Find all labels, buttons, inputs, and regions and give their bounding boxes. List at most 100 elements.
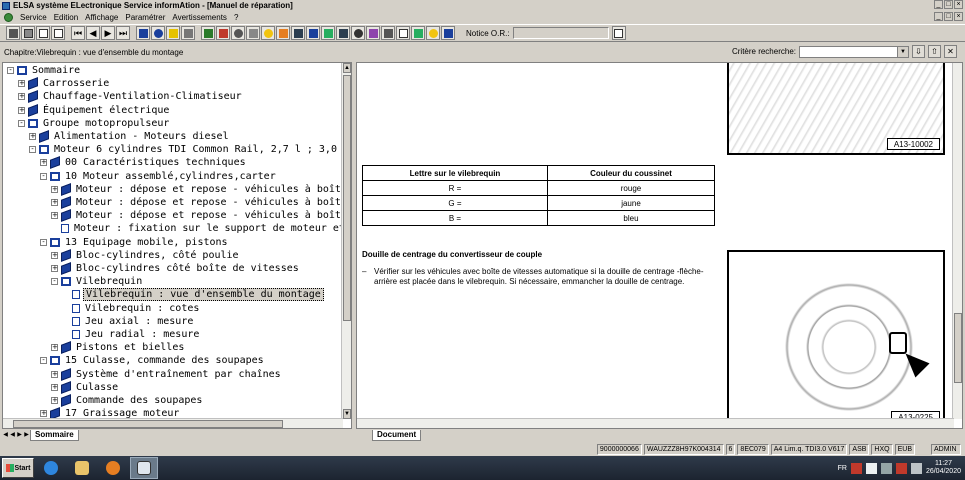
first-icon[interactable]: ⏮ [71,26,85,40]
menu-avertissements[interactable]: Avertissements [172,13,227,22]
collapse-icon[interactable]: - [18,119,25,127]
tree-item[interactable]: + Culasse [51,380,120,394]
tree-item[interactable]: Moteur : fixation sur le support de mote… [51,222,347,235]
expand-icon[interactable]: + [51,383,58,391]
tree-item[interactable]: + Chauffage-Ventilation-Climatiseur [18,90,244,104]
scrollbar-thumb[interactable] [343,75,351,321]
search-back-button[interactable]: ⇧ [928,45,941,58]
chevron-down-icon[interactable]: ▼ [897,46,908,57]
start-button[interactable]: Start [2,458,34,478]
flag-icon[interactable] [865,462,877,474]
expand-icon[interactable]: + [51,199,58,206]
document-horizontal-scrollbar[interactable] [357,418,954,428]
mdi-minimize-button[interactable]: _ [934,12,943,21]
gear-icon[interactable] [231,26,245,40]
notice-button[interactable] [611,26,626,40]
language-indicator[interactable]: FR [838,465,847,472]
expand-icon[interactable]: + [51,265,58,272]
tree-item[interactable]: - Sommaire [7,64,82,77]
transfer-icon[interactable] [366,26,380,40]
tools-icon[interactable] [181,26,195,40]
collapse-icon[interactable]: - [51,278,58,286]
tree-item[interactable]: + Pistons et bielles [51,341,186,355]
tab-last-icon[interactable]: ▶ [23,431,30,439]
tree-item[interactable]: - 13 Equipage mobile, pistons [40,236,230,249]
wheel-icon[interactable] [351,26,365,40]
tree-item[interactable]: + Système d'entraînement par chaînes [51,367,283,381]
scroll-down-icon[interactable]: ▼ [343,409,351,419]
scrollbar-thumb[interactable] [954,313,962,383]
taskbar-explorer[interactable] [68,457,96,479]
battery-icon[interactable] [201,26,215,40]
back-icon[interactable]: ◀ [86,26,100,40]
pdf-icon[interactable] [850,462,862,474]
last-icon[interactable]: ⏭ [116,26,130,40]
tree-item[interactable]: + Moteur : dépose et repose - véhicules à… [51,209,349,223]
expand-icon[interactable]: + [18,93,25,101]
wrench-icon[interactable] [246,26,260,40]
mdi-close-button[interactable]: × [954,12,963,21]
expand-icon[interactable]: + [40,159,47,167]
tree-vertical-scrollbar[interactable]: ▲ ▼ [341,63,351,419]
menu-parametrer[interactable]: Paramétrer [125,13,165,22]
expand-icon[interactable]: + [51,251,58,259]
tree-item[interactable]: Vilebrequin : cotes [62,302,201,315]
collapse-icon[interactable]: - [40,172,47,180]
tree-item[interactable]: - Groupe motopropulseur [18,117,171,130]
tab-prev-icon[interactable]: ◀ [9,431,16,439]
expand-icon[interactable]: + [29,133,36,140]
clock[interactable]: 11:27 26/04/2020 [926,460,961,476]
expand-icon[interactable]: + [51,344,58,352]
home-icon[interactable] [136,26,150,40]
scroll-up-icon[interactable]: ▲ [343,63,351,73]
forward-icon[interactable]: ▶ [101,26,115,40]
taskbar-elsa[interactable] [130,457,158,479]
collapse-icon[interactable]: - [29,146,36,154]
menu-affichage[interactable]: Affichage [85,13,118,22]
info-icon[interactable] [151,26,165,40]
tree-item[interactable]: + Commande des soupapes [51,394,204,407]
lamp-icon[interactable] [261,26,275,40]
security-icon[interactable] [895,462,907,474]
list-icon[interactable] [396,26,410,40]
taskbar-ie[interactable] [37,457,65,479]
tree-item[interactable]: + Bloc-cylindres, côté poulie [51,248,241,262]
print-preview-icon[interactable] [21,26,35,40]
tree-item[interactable]: + Alimentation - Moteurs diesel [29,130,231,143]
chart-icon[interactable] [216,26,230,40]
search-clear-button[interactable]: ✕ [944,45,957,58]
tree-item[interactable]: Jeu radial : mesure [62,328,201,341]
scrollbar-thumb[interactable] [13,420,283,428]
expand-icon[interactable]: + [51,370,58,378]
volume-icon[interactable] [910,462,922,474]
tree-item[interactable]: + Moteur : dépose et repose - véhicules à… [51,196,349,209]
taskbar-firefox[interactable] [99,457,127,479]
photo-icon[interactable] [411,26,425,40]
document-icon[interactable] [4,12,13,22]
expand-icon[interactable]: + [40,410,47,418]
export-icon[interactable] [441,26,455,40]
mdi-restore-button[interactable]: □ [944,12,953,21]
notice-field[interactable] [512,27,609,39]
help-icon[interactable] [166,26,180,40]
tree-item[interactable]: - 10 Moteur assemblé,cylindres,carter [40,170,278,183]
tree-item[interactable]: + Bloc-cylindres côté boîte de vitesses [51,262,301,275]
network-icon[interactable] [880,462,892,474]
menu-help[interactable]: ? [234,13,238,22]
tree-item[interactable]: + Carrosserie [18,77,111,91]
collapse-icon[interactable]: - [40,357,47,365]
tree-item[interactable]: - Vilebrequin [51,275,144,288]
search-forward-button[interactable]: ⇩ [912,45,925,58]
close-button[interactable]: × [954,0,963,9]
tree-item[interactable]: - Moteur 6 cylindres TDI Common Rail, 2,7… [29,143,351,156]
tab-document[interactable]: Document [372,429,422,441]
expand-icon[interactable]: + [51,397,58,404]
tree-item[interactable]: - 15 Culasse, commande des soupapes [40,354,266,367]
tree-item[interactable]: Vilebrequin : vue d'ensemble du montage [62,288,324,302]
tree-horizontal-scrollbar[interactable] [3,418,343,428]
glasses-icon[interactable] [381,26,395,40]
menu-service[interactable]: Service [20,13,47,22]
barrel-icon[interactable] [291,26,305,40]
expand-icon[interactable]: + [18,80,25,88]
new-icon[interactable] [36,26,50,40]
